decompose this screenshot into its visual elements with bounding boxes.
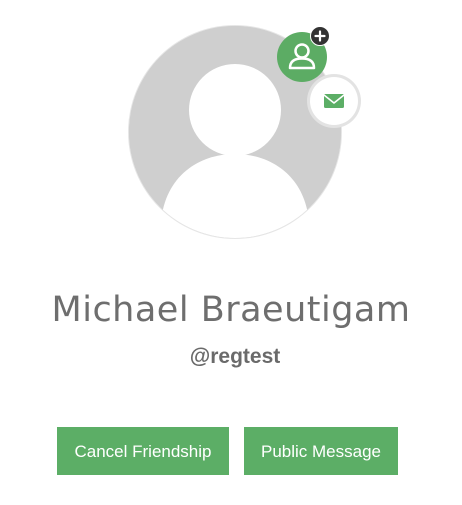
message-button[interactable] [310, 77, 358, 125]
profile-name: Michael Braeutigam [51, 290, 411, 330]
envelope-icon [323, 94, 345, 108]
public-message-button[interactable]: Public Message [244, 427, 398, 475]
plus-icon [314, 30, 326, 42]
cancel-friendship-button[interactable]: Cancel Friendship [57, 427, 229, 475]
profile-card: Michael Braeutigam @regtest Cancel Frien… [0, 0, 462, 505]
profile-handle: @regtest [189, 345, 281, 368]
plus-badge-icon [310, 26, 330, 46]
